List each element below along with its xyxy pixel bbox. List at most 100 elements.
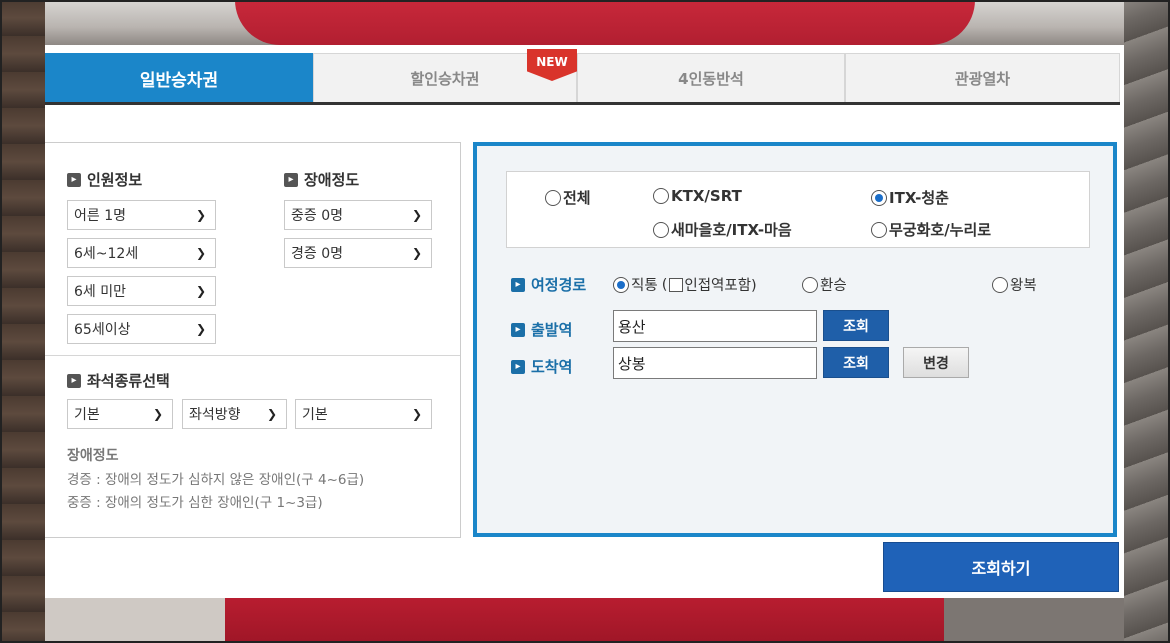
background-left-strip [0,0,45,643]
arrival-lookup-button[interactable]: 조회 [823,347,889,378]
chevron-down-icon: ❯ [266,407,278,421]
select-value: 6세~12세 [74,246,139,262]
chevron-down-icon: ❯ [411,246,423,260]
label-text: 도착역 [531,358,573,376]
disability-note-title: 장애정도 [67,448,119,464]
disability-section-title: ▸ 장애정도 [284,169,359,190]
radio-label: 왕복 [1010,278,1037,294]
swap-stations-button[interactable]: 변경 [903,347,969,378]
radio-label: 무궁화호/누리로 [889,221,992,239]
chevron-down-icon: ❯ [195,322,207,336]
arrow-right-icon: ▸ [67,373,81,388]
radio-label: 환승 [820,278,847,294]
departure-lookup-button[interactable]: 조회 [823,310,889,341]
tab-label: 4인동반석 [678,69,744,88]
select-value: 좌석방향 [189,407,241,423]
tab-general-ticket[interactable]: 일반승차권 [45,53,313,102]
radio-label: ITX-청춘 [889,189,949,207]
radio-button[interactable] [802,276,818,293]
mild-disability-note: 경증 : 장애의 정도가 심하지 않은 장애인(구 4~6급) [67,472,365,488]
radio-button[interactable] [871,221,887,238]
adjacent-station-checkbox[interactable] [669,277,684,292]
section-label: 장애정도 [304,171,360,189]
radio-direct[interactable]: 직통 ( 인접역포함) [613,274,757,295]
select-value: 65세이상 [74,322,131,338]
radio-button[interactable] [545,189,561,206]
senior-count-select[interactable]: 65세이상 ❯ [67,314,216,344]
severe-disability-select[interactable]: 중증 0명 ❯ [284,200,432,230]
section-label: 인원정보 [87,171,143,189]
search-trains-button[interactable]: 조회하기 [883,542,1119,592]
tab-label: 관광열차 [954,69,1011,88]
departure-station-input[interactable]: 용산 [613,310,817,342]
paren-text: ( [661,276,668,293]
select-value: 6세 미만 [74,284,126,300]
child-count-select[interactable]: 6세~12세 ❯ [67,238,216,268]
passenger-options-box: ▸ 인원정보 ▸ 장애정도 어른 1명 ❯ 6세~12세 ❯ 6세 미만 ❯ 6… [45,142,461,538]
route-label: ▸ 여정경로 [511,274,586,295]
radio-button-selected[interactable] [871,189,887,206]
label-text: 출발역 [531,321,573,339]
seat-type-select[interactable]: 기본 ❯ [67,399,173,429]
route-options-box: 전체 KTX/SRT ITX-청춘 새마을호/ITX-마음 무궁화호/누리로 ▸… [473,142,1117,537]
infant-count-select[interactable]: 6세 미만 ❯ [67,276,216,306]
train-type-box: 전체 KTX/SRT ITX-청춘 새마을호/ITX-마음 무궁화호/누리로 [506,171,1090,248]
background-right-strip [1124,0,1170,643]
mild-disability-select[interactable]: 경증 0명 ❯ [284,238,432,268]
arrow-right-icon: ▸ [511,322,525,337]
arrival-label: ▸ 도착역 [511,356,572,377]
select-value: 기본 [302,407,328,423]
radio-label: 새마을호/ITX-마음 [671,221,792,239]
chevron-down-icon: ❯ [195,208,207,222]
background-platform-left [45,598,225,643]
arrow-right-icon: ▸ [67,172,81,187]
seat-section-title: ▸ 좌석종류선택 [67,370,170,391]
tab-four-person-seat[interactable]: 4인동반석 [577,53,845,102]
tab-tour-train[interactable]: 관광열차 [845,53,1120,102]
section-label: 좌석종류선택 [87,372,170,390]
radio-button[interactable] [653,188,669,204]
select-value: 중증 0명 [291,208,343,224]
chevron-down-icon: ❯ [411,208,423,222]
radio-button[interactable] [653,221,669,238]
divider [45,355,460,356]
select-value: 어른 1명 [74,208,126,224]
arrow-right-icon: ▸ [284,172,298,187]
tab-label: 할인승차권 [410,69,480,88]
label-text: 여정경로 [531,276,587,294]
background-platform-right [944,598,1124,643]
radio-saemaeul[interactable]: 새마을호/ITX-마음 [653,219,792,240]
select-value: 기본 [74,407,100,423]
background-train-top [45,0,1124,45]
ticket-tabs: 일반승차권 할인승차권 NEW 4인동반석 관광열차 [45,49,1120,105]
radio-button[interactable] [992,276,1008,293]
radio-ktx-srt[interactable]: KTX/SRT [653,187,742,205]
chevron-down-icon: ❯ [411,407,423,421]
arrow-right-icon: ▸ [511,359,525,374]
passenger-section-title: ▸ 인원정보 [67,169,142,190]
tab-discount-ticket[interactable]: 할인승차권 NEW [313,49,577,102]
seat-option-select[interactable]: 기본 ❯ [295,399,432,429]
chevron-down-icon: ❯ [152,407,164,421]
radio-all-trains[interactable]: 전체 [545,187,591,208]
radio-button-selected[interactable] [613,276,629,293]
radio-mugunghwa[interactable]: 무궁화호/누리로 [871,219,991,240]
arrival-station-input[interactable]: 상봉 [613,347,817,379]
chevron-down-icon: ❯ [195,246,207,260]
departure-label: ▸ 출발역 [511,319,572,340]
severe-disability-note: 중증 : 장애의 정도가 심한 장애인(구 1~3급) [67,495,323,511]
tab-label: 일반승차권 [139,70,219,91]
adult-count-select[interactable]: 어른 1명 ❯ [67,200,216,230]
ticket-search-panel: 일반승차권 할인승차권 NEW 4인동반석 관광열차 ▸ 인원정보 ▸ 장애정도… [45,45,1124,598]
select-value: 경증 0명 [291,246,343,262]
background-train-bottom [45,598,1124,643]
background-train-body [235,0,975,45]
radio-itx-cheongchun[interactable]: ITX-청춘 [871,187,949,208]
seat-direction-select[interactable]: 좌석방향 ❯ [182,399,287,429]
radio-round-trip[interactable]: 왕복 [992,274,1037,295]
radio-transfer[interactable]: 환승 [802,274,847,295]
chevron-down-icon: ❯ [195,284,207,298]
radio-label: KTX/SRT [671,187,742,205]
radio-label: 전체 [563,189,591,207]
new-badge: NEW [527,49,577,81]
